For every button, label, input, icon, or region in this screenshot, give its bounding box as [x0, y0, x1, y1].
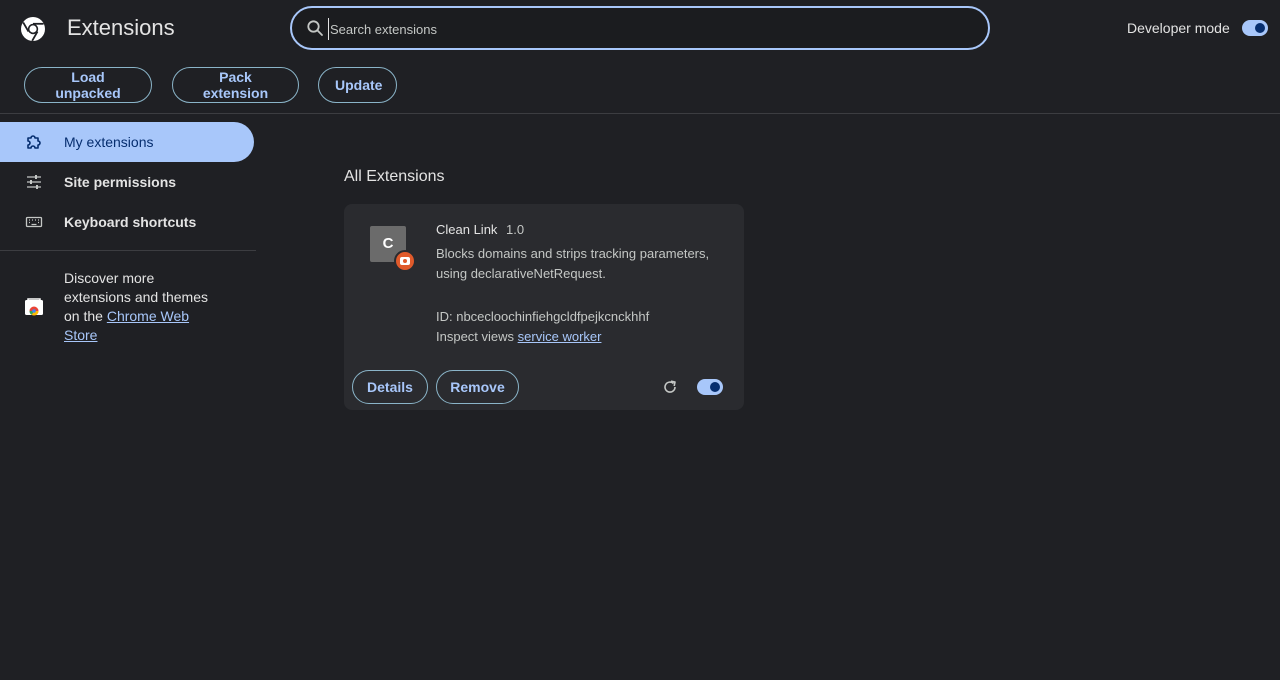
section-title: All Extensions [344, 168, 445, 185]
remove-button[interactable]: Remove [436, 370, 519, 404]
sidebar-item-site-permissions[interactable]: Site permissions [0, 162, 254, 202]
sidebar-item-label: Keyboard shortcuts [64, 214, 197, 230]
page-title: Extensions [67, 15, 175, 40]
extension-id: ID: nbcecloochinfiehgcldfpejkcnckhhf [436, 309, 650, 324]
search-box[interactable] [290, 6, 990, 50]
update-button[interactable]: Update [318, 67, 397, 103]
unpacked-badge-icon [394, 250, 416, 272]
extension-description: Blocks domains and strips tracking param… [436, 246, 710, 281]
extension-version: 1.0 [506, 222, 525, 237]
discover-more-text: Discover more extensions and themes on t… [64, 269, 224, 345]
extension-name: Clean Link [436, 222, 498, 237]
sliders-icon [27, 175, 41, 189]
search-input[interactable] [328, 18, 968, 40]
reload-icon[interactable] [662, 379, 678, 395]
inspect-views: Inspect views service worker [436, 329, 601, 344]
chrome-logo-icon [21, 17, 45, 42]
toolbar: Load unpacked Pack extension Update [0, 56, 1280, 114]
extension-card: C Clean Link 1.0 Blocks domains and stri… [344, 204, 744, 410]
search-icon [307, 20, 323, 36]
keyboard-icon [25, 216, 43, 228]
chrome-web-store-icon [25, 298, 43, 316]
badge-dot [403, 259, 407, 263]
toggle-knob [1255, 23, 1265, 33]
load-unpacked-button[interactable]: Load unpacked [24, 67, 152, 103]
pack-extension-button[interactable]: Pack extension [172, 67, 299, 103]
extension-enable-toggle[interactable] [697, 379, 723, 395]
developer-mode-toggle[interactable] [1242, 20, 1268, 36]
sidebar-item-label: Site permissions [64, 174, 177, 190]
details-button[interactable]: Details [352, 370, 428, 404]
sidebar-item-my-extensions[interactable]: My extensions [0, 122, 254, 162]
service-worker-link[interactable]: service worker [518, 329, 602, 344]
toggle-knob [710, 382, 720, 392]
sidebar-item-label: My extensions [64, 134, 154, 150]
sidebar-divider [0, 250, 256, 251]
developer-mode-label: Developer mode [1127, 20, 1230, 36]
puzzle-icon [27, 135, 41, 149]
header: Extensions Developer mode [0, 0, 1280, 56]
sidebar-item-keyboard-shortcuts[interactable]: Keyboard shortcuts [0, 202, 254, 242]
inspect-views-label: Inspect views [436, 329, 518, 344]
